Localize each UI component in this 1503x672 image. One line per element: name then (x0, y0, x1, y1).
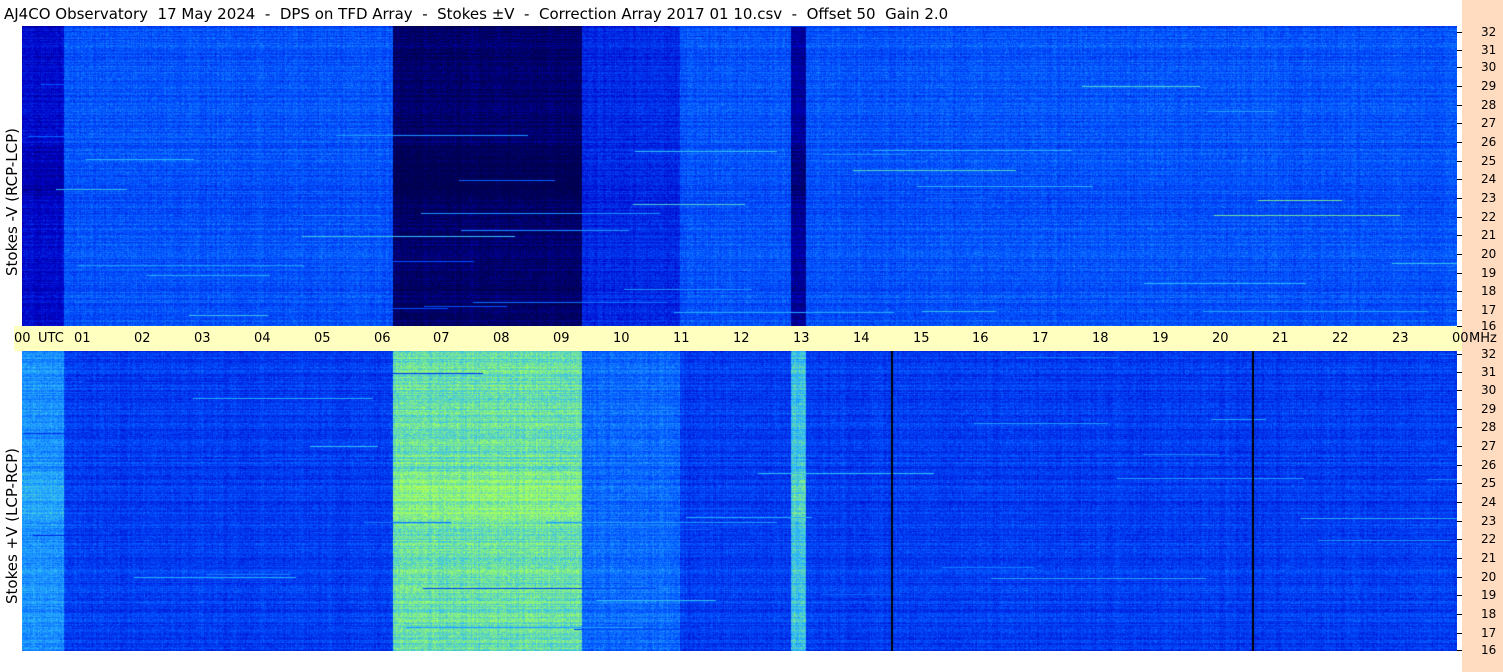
freq-tick-31: 31 (1457, 44, 1503, 57)
freq-tick-19: 19 (1457, 267, 1503, 280)
time-label-10: 10 (613, 331, 630, 346)
freq-tick-19: 19 (1457, 589, 1503, 602)
top-frequency-axis: 32 31 30 29 28 27 26 25 24 23 22 21 20 1… (1457, 26, 1503, 333)
time-label-21: 21 (1272, 331, 1289, 346)
freq-tick-23: 23 (1457, 192, 1503, 205)
freq-tick-17: 17 (1457, 627, 1503, 640)
time-label-18: 18 (1092, 331, 1109, 346)
utc-time-axis: 00 UTC 01 02 03 04 05 06 07 08 09 10 11 … (14, 326, 1497, 351)
time-label-05: 05 (314, 331, 331, 346)
time-label-17: 17 (1032, 331, 1049, 346)
freq-tick-21: 21 (1457, 552, 1503, 565)
time-label-00-end: 00 (1452, 331, 1469, 346)
time-label-08: 08 (493, 331, 510, 346)
top-spectrogram-panel (22, 26, 1457, 326)
freq-tick-24: 24 (1457, 496, 1503, 509)
freq-tick-29: 29 (1457, 80, 1503, 93)
time-label-01: 01 (74, 331, 91, 346)
freq-tick-27: 27 (1457, 440, 1503, 453)
time-label-00: 00 (14, 331, 31, 346)
freq-tick-32: 32 (1457, 348, 1503, 361)
page-title: AJ4CO Observatory 17 May 2024 - DPS on T… (4, 5, 949, 23)
time-label-15: 15 (913, 331, 930, 346)
time-label-19: 19 (1152, 331, 1169, 346)
freq-tick-26: 26 (1457, 136, 1503, 149)
freq-tick-22: 22 (1457, 533, 1503, 546)
freq-tick-20: 20 (1457, 248, 1503, 261)
freq-tick-31: 31 (1457, 366, 1503, 379)
freq-tick-21: 21 (1457, 229, 1503, 242)
bottom-panel-ylabel: Stokes +V (LCP-RCP) (3, 448, 21, 604)
freq-tick-17: 17 (1457, 304, 1503, 317)
time-label-06: 06 (374, 331, 391, 346)
time-label-04: 04 (254, 331, 271, 346)
freq-tick-26: 26 (1457, 459, 1503, 472)
time-label-20: 20 (1212, 331, 1229, 346)
time-label-11: 11 (673, 331, 690, 346)
bottom-spectrogram (22, 351, 1457, 651)
freq-tick-22: 22 (1457, 211, 1503, 224)
freq-tick-27: 27 (1457, 117, 1503, 130)
top-spectrogram (22, 26, 1457, 326)
time-label-22: 22 (1332, 331, 1349, 346)
freq-tick-24: 24 (1457, 173, 1503, 186)
time-label-09: 09 (553, 331, 570, 346)
time-label-12: 12 (733, 331, 750, 346)
freq-tick-25: 25 (1457, 477, 1503, 490)
bottom-spectrogram-panel (22, 351, 1457, 651)
freq-tick-20: 20 (1457, 571, 1503, 584)
freq-tick-18: 18 (1457, 285, 1503, 298)
freq-tick-28: 28 (1457, 99, 1503, 112)
freq-tick-32: 32 (1457, 26, 1503, 39)
time-label-02: 02 (134, 331, 151, 346)
freq-tick-30: 30 (1457, 384, 1503, 397)
freq-tick-28: 28 (1457, 421, 1503, 434)
freq-tick-30: 30 (1457, 61, 1503, 74)
top-panel-ylabel: Stokes -V (RCP-LCP) (3, 128, 21, 276)
freq-tick-16: 16 (1457, 320, 1503, 333)
time-label-03: 03 (194, 331, 211, 346)
mhz-unit-label: MHz (1469, 331, 1497, 346)
time-label-07: 07 (433, 331, 450, 346)
freq-tick-29: 29 (1457, 403, 1503, 416)
freq-tick-23: 23 (1457, 515, 1503, 528)
time-label-23: 23 (1392, 331, 1409, 346)
time-label-16: 16 (972, 331, 989, 346)
time-label-13: 13 (793, 331, 810, 346)
time-label-14: 14 (853, 331, 870, 346)
freq-tick-16: 16 (1457, 644, 1503, 657)
bottom-frequency-axis: 32 31 30 29 28 27 26 25 24 23 22 21 20 1… (1457, 348, 1503, 657)
freq-tick-18: 18 (1457, 608, 1503, 621)
freq-tick-25: 25 (1457, 155, 1503, 168)
time-label-utc: UTC (38, 331, 64, 346)
